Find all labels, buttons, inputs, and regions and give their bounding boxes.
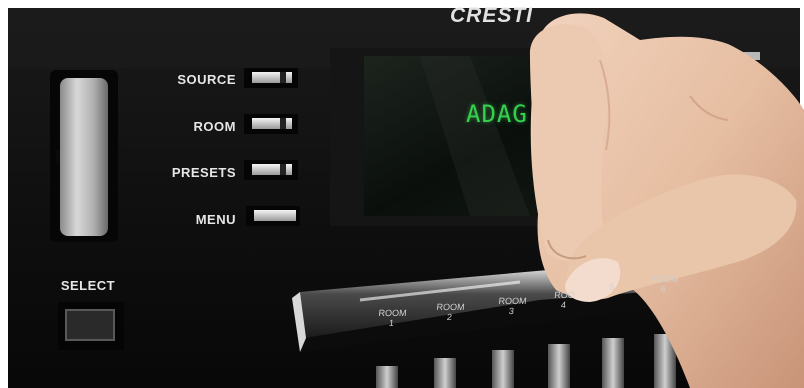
index-finger [529, 24, 608, 261]
volume-rocker[interactable] [60, 78, 108, 236]
room-button-label: ROOM [436, 302, 466, 312]
room-button-2[interactable]: ROOM 2 [423, 302, 477, 322]
room-button-label: ROOM [378, 308, 408, 318]
room-button-label: ROO [553, 290, 576, 300]
room-button-label: ROOM [650, 274, 680, 284]
room-button-6[interactable]: ROOM 6 [637, 274, 691, 294]
room-label: ROOM [193, 119, 236, 134]
room-button-number: 4 [560, 300, 567, 310]
room-button-number: 5 [608, 282, 616, 292]
room-button-number: 6 [660, 284, 667, 294]
room-button-3[interactable]: ROOM 3 [485, 296, 539, 316]
select-button[interactable] [65, 309, 115, 341]
keypad-photo [0, 0, 804, 388]
lcd-display-text: ADAG [466, 100, 528, 128]
menu-key[interactable] [254, 210, 296, 221]
source-label: SOURCE [177, 72, 236, 87]
room-button-5[interactable]: 5 [585, 282, 638, 292]
menu-label: MENU [195, 212, 236, 227]
room-button-number: 3 [508, 306, 515, 316]
room-button-1[interactable]: ROOM 1 [365, 308, 419, 328]
select-label: SELECT [60, 278, 116, 293]
brand-logo: CRESTI [450, 4, 534, 27]
room-button-number: 1 [388, 318, 395, 328]
room-button-4[interactable]: ROO 4 [537, 290, 591, 310]
presets-label: PRESETS [171, 165, 236, 180]
room-button-label: ROOM [498, 296, 528, 306]
room-button-number: 2 [446, 312, 453, 322]
